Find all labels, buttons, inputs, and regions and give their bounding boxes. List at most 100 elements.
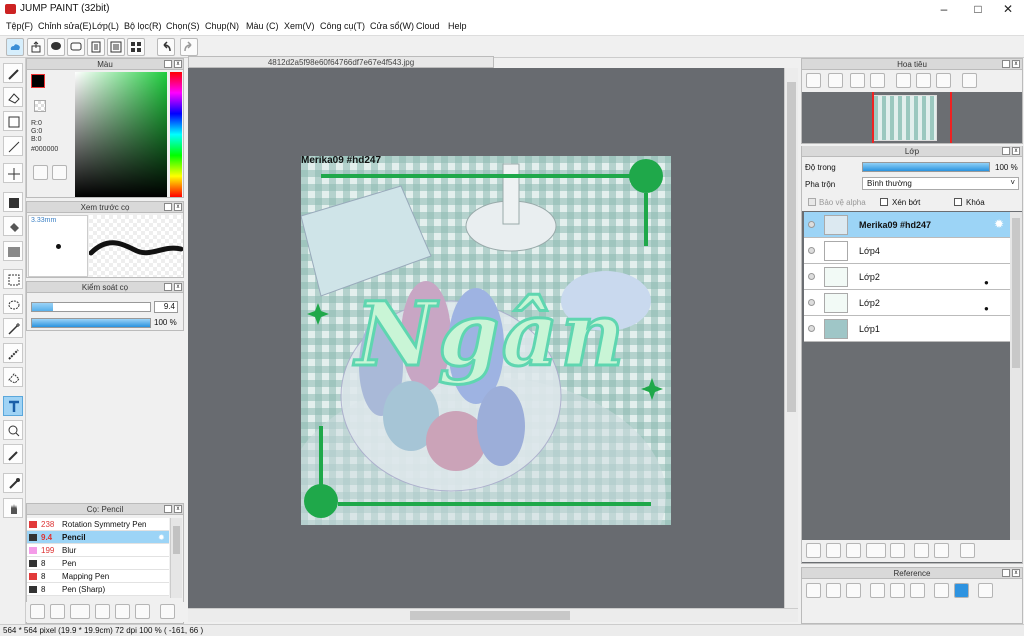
zoom-in-icon[interactable] xyxy=(806,73,821,88)
saturation-value-picker[interactable] xyxy=(75,72,167,197)
folder-icon[interactable] xyxy=(890,543,905,558)
maximize-button[interactable]: □ xyxy=(962,0,994,18)
menu-window[interactable]: Cửa sổ(W) xyxy=(370,21,414,31)
panel-float-icon[interactable] xyxy=(1002,569,1010,577)
dropper-tool-icon[interactable] xyxy=(3,473,23,493)
layer-item-merika[interactable]: Merika09 #hd247 ✹ xyxy=(804,212,1010,238)
eyedropper-tool-icon[interactable] xyxy=(3,444,23,464)
duplicate-layer-icon[interactable] xyxy=(914,543,929,558)
protect-alpha-checkbox[interactable] xyxy=(808,198,816,206)
layer-item-lop1[interactable]: Lớp1 xyxy=(804,316,1010,342)
close-reference-icon[interactable] xyxy=(846,583,861,598)
gear-icon[interactable]: ✹ xyxy=(994,217,1004,231)
bucket-tool-icon[interactable] xyxy=(3,216,23,236)
rotate-icon[interactable] xyxy=(896,73,911,88)
fill-rect-tool-icon[interactable] xyxy=(3,192,23,212)
open-folder-icon[interactable] xyxy=(826,583,841,598)
file-menu-icon[interactable] xyxy=(70,604,90,619)
brush-item-pen[interactable]: 8 Pen xyxy=(27,557,169,570)
grid-icon[interactable] xyxy=(127,38,145,56)
menu-layer[interactable]: Lớp(L) xyxy=(92,21,119,31)
panel-close-icon[interactable]: x xyxy=(174,60,182,68)
panel-close-icon[interactable]: x xyxy=(1012,60,1020,68)
zoom-in-icon[interactable] xyxy=(870,583,885,598)
brush-tool-icon[interactable] xyxy=(3,63,23,83)
vertical-scrollbar[interactable] xyxy=(784,68,798,608)
marquee-tool-icon[interactable] xyxy=(3,269,23,289)
visibility-icon[interactable] xyxy=(808,299,815,306)
add-layer-menu-icon[interactable] xyxy=(866,543,886,558)
panel-float-icon[interactable] xyxy=(1002,147,1010,155)
menu-help[interactable]: Help xyxy=(448,21,467,31)
panel-float-icon[interactable] xyxy=(1002,60,1010,68)
list-icon[interactable] xyxy=(107,38,125,56)
layer-opacity-slider[interactable] xyxy=(862,162,990,172)
color-picker-icon[interactable] xyxy=(52,165,67,180)
hue-slider[interactable] xyxy=(170,72,182,197)
flip-icon[interactable] xyxy=(962,73,977,88)
rotate-left-icon[interactable] xyxy=(936,73,951,88)
fit-screen-icon[interactable] xyxy=(850,73,865,88)
eyedropper-icon[interactable] xyxy=(934,583,949,598)
undo-icon[interactable] xyxy=(157,38,175,56)
share-icon[interactable] xyxy=(27,38,45,56)
magic-wand-tool-icon[interactable] xyxy=(3,318,23,338)
brush-item-rotation-symmetry-pen[interactable]: 238 Rotation Symmetry Pen xyxy=(27,518,169,531)
cloud-upload-icon[interactable] xyxy=(806,583,821,598)
panel-float-icon[interactable] xyxy=(164,283,172,291)
new-file-icon[interactable] xyxy=(50,604,65,619)
brush-item-blur[interactable]: 199 Blur xyxy=(27,544,169,557)
visibility-icon[interactable] xyxy=(808,247,815,254)
zoom-out-icon[interactable] xyxy=(910,583,925,598)
rotate-icon[interactable] xyxy=(978,583,993,598)
eraser-tool-icon[interactable] xyxy=(3,87,23,107)
menu-file[interactable]: Tệp(F) xyxy=(6,21,33,31)
close-button[interactable]: ✕ xyxy=(992,0,1024,18)
merge-layer-icon[interactable] xyxy=(934,543,949,558)
artwork-image[interactable]: Merika09 #hd247 Ngân xyxy=(301,156,671,525)
save-icon[interactable] xyxy=(95,604,110,619)
select-pen-tool-icon[interactable] xyxy=(3,343,23,363)
menu-color[interactable]: Màu (C) xyxy=(246,21,279,31)
layer-item-lop4[interactable]: Lớp4 xyxy=(804,238,1010,264)
lock-checkbox[interactable] xyxy=(954,198,962,206)
add-brush-icon[interactable] xyxy=(30,604,45,619)
new-layer-icon[interactable] xyxy=(806,543,821,558)
layer-item-lop2-copy[interactable]: Lớp2 ● xyxy=(804,290,1010,316)
cloud-icon[interactable] xyxy=(6,38,24,56)
comment-icon[interactable] xyxy=(47,38,65,56)
panel-close-icon[interactable]: x xyxy=(174,203,182,211)
clipping-checkbox[interactable] xyxy=(880,198,888,206)
lasso-tool-icon[interactable] xyxy=(3,294,23,314)
brush-item-pencil[interactable]: 9.4 Pencil ✹ xyxy=(27,531,169,544)
rectangle-tool-icon[interactable] xyxy=(3,111,23,131)
new-layer-alt-icon[interactable] xyxy=(826,543,841,558)
foreground-color-swatch[interactable] xyxy=(31,74,45,88)
brush-size-slider[interactable] xyxy=(31,302,151,312)
visibility-icon[interactable] xyxy=(808,325,815,332)
hand-icon[interactable] xyxy=(954,583,969,598)
menu-tools[interactable]: Công cụ(T) xyxy=(320,21,365,31)
trash-icon[interactable] xyxy=(160,604,175,619)
zoom-out-icon[interactable] xyxy=(870,73,885,88)
transform-tool-icon[interactable] xyxy=(3,420,23,440)
panel-float-icon[interactable] xyxy=(164,60,172,68)
visibility-icon[interactable] xyxy=(808,221,815,228)
panel-close-icon[interactable]: x xyxy=(1012,147,1020,155)
new-folder-layer-icon[interactable] xyxy=(846,543,861,558)
brush-size-value[interactable]: 9.4 xyxy=(154,301,178,313)
palette-icon[interactable] xyxy=(33,165,48,180)
layer-list-scrollbar[interactable] xyxy=(1010,212,1022,542)
zoom-in-alt-icon[interactable] xyxy=(828,73,843,88)
horizontal-scrollbar[interactable] xyxy=(188,608,798,622)
select-eraser-tool-icon[interactable] xyxy=(3,367,23,387)
hand-tool-icon[interactable] xyxy=(3,498,23,518)
folder-icon[interactable] xyxy=(115,604,130,619)
panel-close-icon[interactable]: x xyxy=(174,283,182,291)
duplicate-icon[interactable] xyxy=(135,604,150,619)
transparent-color-swatch[interactable] xyxy=(34,100,46,112)
redo-icon[interactable] xyxy=(180,38,198,56)
fit-icon[interactable] xyxy=(890,583,905,598)
menu-filter[interactable]: Bộ lọc(R) xyxy=(124,21,162,31)
brush-opacity-slider[interactable] xyxy=(31,318,151,328)
